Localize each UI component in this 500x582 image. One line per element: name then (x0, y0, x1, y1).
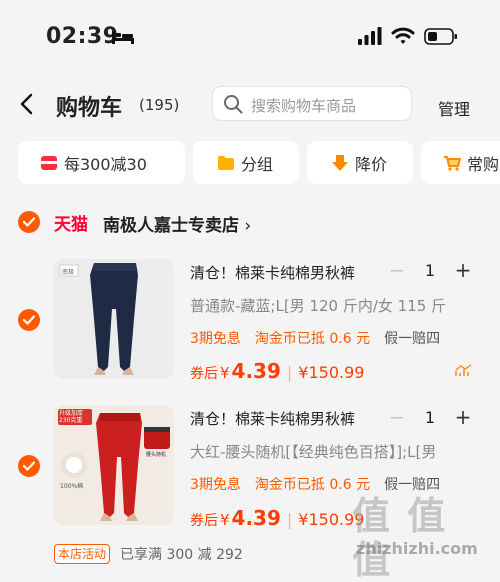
price-separator: | (286, 363, 293, 382)
wifi-icon (391, 27, 415, 44)
authenticity-tag: 假一赔四 (384, 477, 441, 493)
filter-chip-label: 常购 (467, 154, 500, 174)
page-title: 购物车 (56, 96, 123, 121)
installment-tag: 3期免息 (190, 331, 241, 347)
watermark-logo: 值 值 值 (352, 494, 448, 582)
price-label: 券后 (190, 513, 218, 529)
cart-count: (195) (139, 96, 180, 114)
checkmark-icon (23, 217, 35, 227)
filter-chip-label: 每300减30 (64, 154, 147, 174)
checkmark-icon (23, 461, 35, 471)
shop-promo-badge: 本店活动 (54, 544, 111, 564)
status-time: 02:39 (46, 24, 119, 49)
product-title[interactable]: 清仓！棉莱卡纯棉男秋裤 (190, 408, 355, 429)
filter-chip-frequent[interactable]: 常购 (421, 141, 500, 184)
tmall-logo: 天猫 (54, 215, 88, 235)
search-input[interactable]: 搜索购物车商品 (212, 86, 412, 121)
coin-discount-tag: 淘金币已抵 0.6 元 (254, 477, 371, 493)
product-tags: 3期免息 淘金币已抵 0.6 元 假一赔四 (190, 328, 440, 348)
product-title[interactable]: 清仓！棉莱卡纯棉男秋裤 (190, 262, 355, 283)
filter-chip-group[interactable]: 分组 (193, 141, 299, 184)
coin-discount-tag: 淘金币已抵 0.6 元 (254, 331, 371, 347)
image-sub-label: 100%棉 (60, 483, 84, 490)
price-currency: ¥ (220, 364, 230, 382)
image-label: 南极 (62, 269, 75, 276)
product-image[interactable]: 南极 (54, 259, 174, 379)
increase-button[interactable]: + (448, 405, 478, 429)
price-currency: ¥ (220, 511, 230, 529)
search-icon (224, 95, 243, 114)
increase-button[interactable]: + (448, 258, 478, 282)
navy-long-johns-image (54, 259, 174, 379)
back-arrow-icon[interactable] (18, 93, 36, 115)
product-sku[interactable]: 大红-腰头随机[【经典纯色百搭】];L[男 (190, 441, 460, 462)
arrow-down-icon (332, 154, 348, 171)
product-tags: 3期免息 淘金币已抵 0.6 元 假一赔四 (190, 474, 440, 494)
quantity-value[interactable]: 1 (412, 261, 448, 280)
shop-promo-text: 已享满 300 减 292 (120, 547, 243, 563)
image-label: 升级加厚 230克重 (59, 410, 84, 424)
cellular-signal-icon (358, 27, 382, 45)
image-tag: 腰头随机 (146, 452, 167, 458)
battery-icon (424, 28, 457, 45)
decrease-button[interactable]: − (382, 405, 412, 429)
chevron-right-icon: › (239, 216, 252, 236)
search-placeholder: 搜索购物车商品 (251, 97, 357, 115)
price-separator: | (286, 510, 293, 529)
filter-chip-label: 降价 (355, 154, 388, 174)
folder-icon (218, 155, 234, 170)
filter-chip-discount[interactable]: 每300减30 (18, 141, 185, 184)
quantity-stepper: − 1 + (382, 253, 478, 287)
price-row: 券后 ¥ 4.39 | ¥150.99 (190, 506, 364, 530)
product-sku[interactable]: 普通款-藏蓝;L[男 120 斤内/女 115 斤 (190, 295, 460, 316)
shop-name-link[interactable]: 南极人嘉士专卖店 › (103, 211, 251, 236)
price-value: 4.39 (231, 359, 281, 383)
product-checkbox[interactable] (18, 455, 40, 477)
decrease-button[interactable]: − (382, 258, 412, 282)
installment-tag: 3期免息 (190, 477, 241, 493)
shop-checkbox[interactable] (18, 211, 40, 233)
price-label: 券后 (190, 366, 218, 382)
price-value: 4.39 (231, 506, 281, 530)
quantity-stepper: − 1 + (382, 400, 478, 434)
product-checkbox[interactable] (18, 309, 40, 331)
price-row: 券后 ¥ 4.39 | ¥150.99 (190, 359, 364, 383)
watermark-url: zhizhizhi.com (356, 539, 478, 558)
red-packet-icon (41, 155, 57, 170)
shop-name: 南极人嘉士专卖店 (103, 216, 239, 236)
price-trend-icon[interactable] (455, 364, 473, 378)
authenticity-tag: 假一赔四 (384, 331, 441, 347)
manage-button[interactable]: 管理 (438, 96, 470, 120)
sleep-mode-icon (112, 31, 134, 44)
product-image[interactable]: 升级加厚 230克重 100%棉 腰头随机 (54, 405, 174, 525)
filter-chip-label: 分组 (241, 154, 274, 174)
checkmark-icon (23, 315, 35, 325)
original-price: ¥150.99 (298, 363, 365, 382)
cart-icon (444, 155, 461, 171)
quantity-value[interactable]: 1 (412, 408, 448, 427)
filter-chip-price-drop[interactable]: 降价 (307, 141, 413, 184)
